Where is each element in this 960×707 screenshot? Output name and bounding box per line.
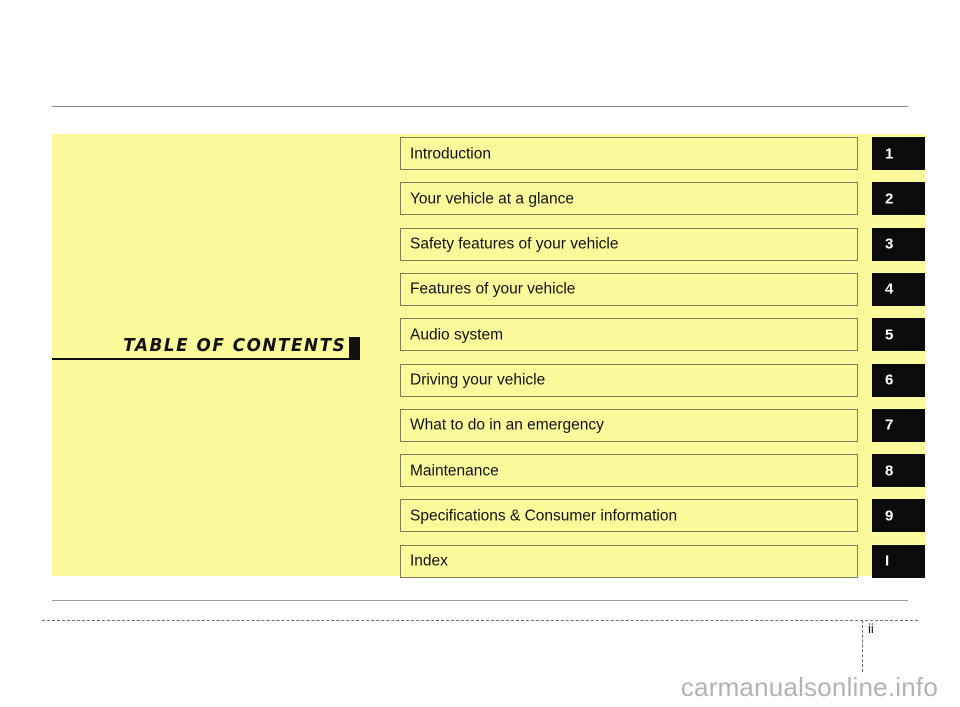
section-tab-number: I (885, 552, 890, 570)
contents-entry-box[interactable]: Specifications & Consumer information (400, 499, 858, 533)
heading-marker-square (349, 337, 360, 358)
section-tab-number: 8 (885, 462, 894, 480)
section-tab[interactable]: 1 (872, 137, 925, 170)
table-of-contents-row[interactable]: Specifications & Consumer information 9 (400, 499, 925, 533)
table-of-contents-row[interactable]: Driving your vehicle 6 (400, 363, 925, 397)
section-tab-number: 1 (885, 145, 894, 162)
contents-entry-label: Specifications & Consumer information (410, 507, 678, 525)
table-of-contents-row[interactable]: Features of your vehicle 4 (400, 272, 925, 306)
heading-underline (52, 358, 360, 360)
contents-list: Introduction 1 Your vehicle at a glance 2 Sa… (400, 134, 925, 578)
section-tab-number: 5 (885, 326, 894, 344)
table-of-contents-heading: TABLE OF CONTENTS (52, 328, 360, 360)
footer-dashed-line (42, 620, 918, 621)
contents-entry-box[interactable]: Audio system (400, 318, 858, 352)
contents-entry-label: Introduction (410, 144, 491, 162)
section-tab-number: 3 (885, 235, 894, 253)
contents-entry-label: What to do in an emergency (410, 416, 604, 434)
contents-entry-box[interactable]: Introduction (400, 137, 858, 170)
contents-entry-label: Index (410, 552, 448, 570)
contents-entry-label: Your vehicle at a glance (410, 190, 575, 208)
table-of-contents-row[interactable]: Audio system 5 (400, 318, 925, 352)
contents-entry-box[interactable]: What to do in an emergency (400, 408, 858, 442)
table-of-contents-row[interactable]: Safety features of your vehicle 3 (400, 227, 925, 261)
section-tab-number: 9 (885, 507, 894, 525)
table-of-contents-row[interactable]: Your vehicle at a glance 2 (400, 182, 925, 216)
section-tab[interactable]: 5 (872, 318, 925, 352)
contents-entry-box[interactable]: Index (400, 544, 858, 578)
contents-entry-box[interactable]: Your vehicle at a glance (400, 182, 858, 216)
contents-entry-box[interactable]: Driving your vehicle (400, 363, 858, 397)
footer-vertical-dashed-line (862, 620, 863, 672)
footer-divider (52, 600, 908, 601)
section-tab[interactable]: 3 (872, 227, 925, 261)
contents-entry-box[interactable]: Features of your vehicle (400, 272, 858, 306)
contents-entry-label: Driving your vehicle (410, 371, 546, 389)
contents-entry-label: Features of your vehicle (410, 280, 576, 298)
section-tab[interactable]: I (872, 544, 925, 578)
table-of-contents-row[interactable]: What to do in an emergency 7 (400, 408, 925, 442)
section-tab[interactable]: 9 (872, 499, 925, 533)
watermark-text: carmanualsonline.info (680, 672, 938, 702)
section-tab-number: 7 (885, 416, 894, 434)
contents-entry-label: Maintenance (410, 461, 499, 479)
contents-entry-box[interactable]: Safety features of your vehicle (400, 227, 858, 261)
table-of-contents-row[interactable]: Maintenance 8 (400, 454, 925, 488)
contents-entry-label: Audio system (410, 325, 504, 343)
page-number: ii (868, 621, 874, 636)
contents-entry-box[interactable]: Maintenance (400, 454, 858, 488)
page-title: TABLE OF CONTENTS (123, 336, 346, 356)
table-of-contents-row[interactable]: Index I (400, 544, 925, 578)
page-canvas: TABLE OF CONTENTS Introduction 1 Your vehi… (0, 0, 960, 707)
header-divider (52, 106, 908, 107)
section-tab-number: 2 (885, 190, 894, 208)
section-tab[interactable]: 7 (872, 408, 925, 442)
section-tab[interactable]: 4 (872, 272, 925, 306)
section-tab-number: 6 (885, 371, 894, 389)
section-tab[interactable]: 6 (872, 363, 925, 397)
section-tab[interactable]: 8 (872, 454, 925, 488)
table-of-contents-panel: TABLE OF CONTENTS Introduction 1 Your vehi… (52, 134, 925, 578)
section-tab-number: 4 (885, 280, 894, 298)
table-of-contents-row[interactable]: Introduction 1 (400, 137, 925, 170)
section-tab[interactable]: 2 (872, 182, 925, 216)
contents-entry-label: Safety features of your vehicle (410, 235, 619, 253)
